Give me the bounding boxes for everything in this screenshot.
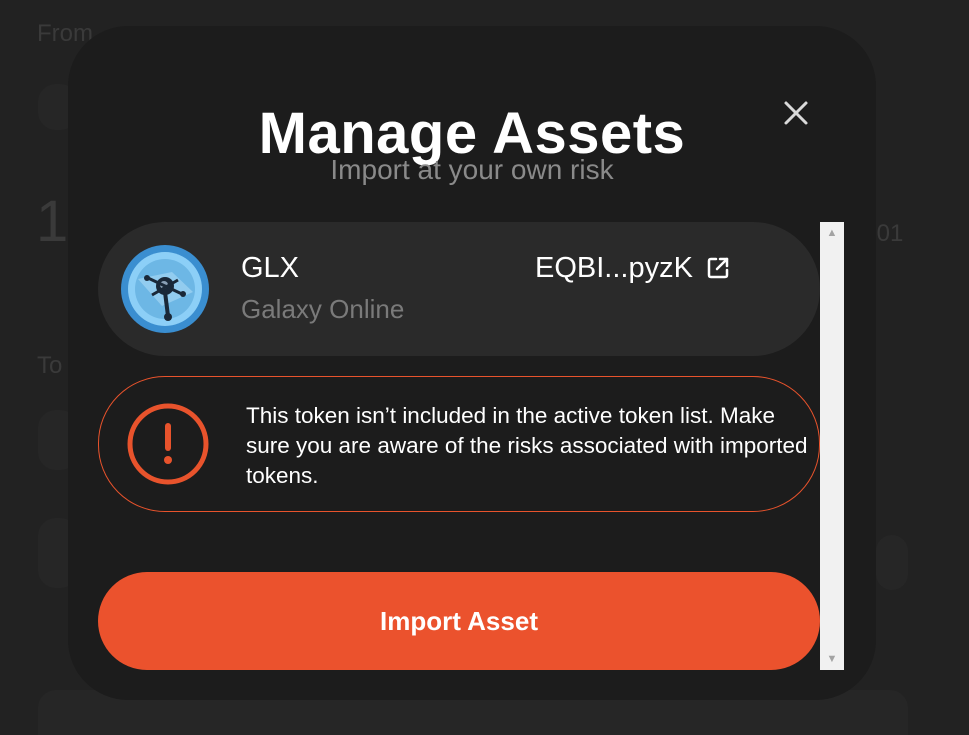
asset-scroll-area: GLX Galaxy Online EQBI...pyzK This token… [98,222,820,670]
external-link-icon[interactable] [704,254,732,282]
scroll-up-arrow[interactable]: ▲ [820,224,844,242]
token-address: EQBI...pyzK [535,252,693,284]
scrollbar[interactable]: ▲ ▼ [820,222,844,670]
token-card: GLX Galaxy Online EQBI...pyzK [98,222,820,356]
token-logo [121,245,209,333]
settings-panel [876,535,908,590]
scroll-down-arrow[interactable]: ▼ [820,650,844,668]
close-icon [784,101,808,125]
exclamation-circle-icon [127,403,209,485]
token-symbol: GLX [241,252,300,284]
manage-assets-modal: Manage Assets Import at your own risk GL… [68,26,876,700]
modal-subtitle: Import at your own risk [330,154,614,185]
amount-value: 1 [36,189,69,254]
token-name: Galaxy Online [241,294,405,324]
warning-card: This token isn’t included in the active … [98,376,820,512]
warning-message: This token isn’t included in the active … [246,403,808,488]
to-label: To [37,352,63,379]
import-asset-button[interactable]: Import Asset [98,572,820,670]
close-button[interactable] [779,96,813,130]
